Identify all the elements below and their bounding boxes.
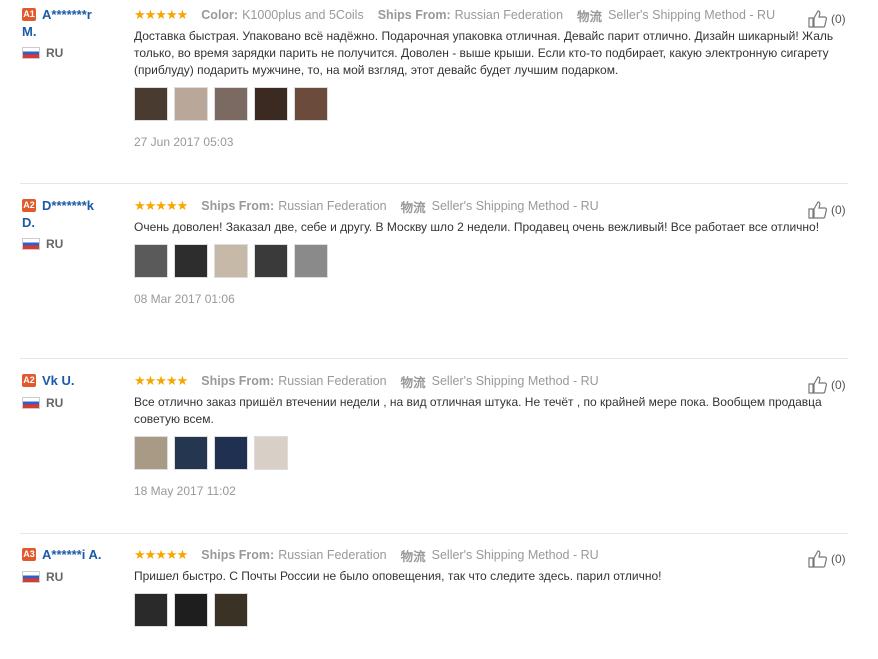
rating-stars: ★★★★★ (134, 547, 188, 562)
thumbs-up-icon (808, 376, 828, 394)
reviewer-country: RU (22, 237, 130, 251)
review-photos (134, 87, 846, 121)
ships-from-value: Russian Federation (454, 8, 564, 22)
russia-flag-icon (22, 397, 40, 409)
helpful-count: (0) (831, 203, 846, 217)
ships-from-label: Ships From: (201, 374, 275, 388)
reviewer-info: A1 A*******r M. RU (22, 6, 130, 60)
review-photo[interactable] (254, 436, 288, 470)
buyer-level-badge: A2 (22, 199, 36, 212)
review-photo[interactable] (254, 244, 288, 278)
review-text: Очень доволен! Заказал две, себе и другу… (134, 220, 820, 234)
helpful-button[interactable]: (0) (808, 10, 846, 28)
shipping-method: Seller's Shipping Method - RU (431, 548, 599, 562)
reviewer-country: RU (22, 570, 130, 584)
review-text: Пришел быстро. С Почты России не было оп… (134, 569, 662, 583)
divider (20, 183, 848, 184)
helpful-button[interactable]: (0) (808, 550, 846, 568)
review-body: ★★★★★ Ships From: Russian Federation 物流 … (134, 372, 846, 498)
shipping-method: Seller's Shipping Method - RU (431, 374, 599, 388)
buyer-level-badge: A3 (22, 548, 36, 561)
helpful-button[interactable]: (0) (808, 376, 846, 394)
review-photo[interactable] (174, 593, 208, 627)
thumbs-up-icon (808, 201, 828, 219)
reviewer-info: A3 A******i A. RU (22, 546, 130, 584)
country-code: RU (46, 46, 64, 60)
ships-from-value: Russian Federation (278, 199, 387, 213)
review-body: ★★★★★ Ships From: Russian Federation 物流 … (134, 546, 846, 627)
review-photo[interactable] (134, 436, 168, 470)
review-photo[interactable] (214, 436, 248, 470)
ships-from-value: Russian Federation (278, 374, 387, 388)
country-code: RU (46, 396, 64, 410)
rating-stars: ★★★★★ (134, 7, 188, 22)
color-label: Color: (201, 8, 239, 22)
russia-flag-icon (22, 571, 40, 583)
review-photo[interactable] (254, 87, 288, 121)
review-text: Доставка быстрая. Упаковано всё надёжно.… (134, 29, 834, 77)
divider (20, 358, 848, 359)
thumbs-up-icon (808, 10, 828, 28)
review-meta: ★★★★★ Ships From: Russian Federation 物流 … (134, 372, 846, 390)
review-date: 18 May 2017 11:02 (134, 484, 236, 498)
reviewer-country: RU (22, 46, 130, 60)
helpful-button[interactable]: (0) (808, 201, 846, 219)
ships-from-value: Russian Federation (278, 548, 387, 562)
ships-from-label: Ships From: (201, 548, 275, 562)
helpful-count: (0) (831, 12, 846, 26)
reviewer-name[interactable]: D*******k (42, 198, 94, 213)
russia-flag-icon (22, 238, 40, 250)
buyer-level-badge: A1 (22, 8, 36, 21)
review-photo[interactable] (174, 436, 208, 470)
reviewer-name[interactable]: A******i A. (42, 547, 101, 562)
country-code: RU (46, 237, 64, 251)
review-date: 27 Jun 2017 05:03 (134, 135, 234, 149)
review-photo[interactable] (294, 87, 328, 121)
logistics-icon: 物流 (400, 200, 426, 215)
reviewer-info: A2 Vk U. RU (22, 372, 130, 410)
review-photo[interactable] (174, 87, 208, 121)
helpful-count: (0) (831, 378, 846, 392)
ships-from-label: Ships From: (377, 8, 451, 22)
review-photo[interactable] (134, 87, 168, 121)
reviewer-name-line2[interactable]: M. (22, 24, 130, 40)
reviewer-name-line2[interactable]: D. (22, 215, 130, 231)
shipping-method: Seller's Shipping Method - RU (608, 8, 776, 22)
thumbs-up-icon (808, 550, 828, 568)
review-photo[interactable] (214, 244, 248, 278)
review-photo[interactable] (214, 87, 248, 121)
reviewer-country: RU (22, 396, 130, 410)
reviewer-name[interactable]: A*******r (42, 7, 92, 22)
country-code: RU (46, 570, 64, 584)
logistics-icon: 物流 (400, 375, 426, 390)
rating-stars: ★★★★★ (134, 198, 188, 213)
shipping-method: Seller's Shipping Method - RU (431, 199, 599, 213)
reviewer-name[interactable]: Vk U. (42, 373, 75, 388)
review-photos (134, 244, 846, 278)
divider (20, 533, 848, 534)
logistics-icon: 物流 (577, 9, 603, 24)
review-body: ★★★★★ Color: K1000plus and 5Coils Ships … (134, 6, 846, 149)
review-meta: ★★★★★ Ships From: Russian Federation 物流 … (134, 546, 846, 564)
review-photo[interactable] (134, 244, 168, 278)
logistics-icon: 物流 (400, 549, 426, 564)
review-photo[interactable] (134, 593, 168, 627)
review-body: ★★★★★ Ships From: Russian Federation 物流 … (134, 197, 846, 306)
review-photos (134, 436, 846, 470)
review-photo[interactable] (294, 244, 328, 278)
review-photo[interactable] (214, 593, 248, 627)
helpful-count: (0) (831, 552, 846, 566)
ships-from-label: Ships From: (201, 199, 275, 213)
color-value: K1000plus and 5Coils (242, 8, 364, 22)
review-meta: ★★★★★ Color: K1000plus and 5Coils Ships … (134, 6, 846, 24)
reviewer-info: A2 D*******k D. RU (22, 197, 130, 251)
review-text: Все отлично заказ пришёл втечении недели… (134, 395, 822, 426)
buyer-level-badge: A2 (22, 374, 36, 387)
russia-flag-icon (22, 47, 40, 59)
review-meta: ★★★★★ Ships From: Russian Federation 物流 … (134, 197, 846, 215)
review-date: 08 Mar 2017 01:06 (134, 292, 235, 306)
rating-stars: ★★★★★ (134, 373, 188, 388)
review-photo[interactable] (174, 244, 208, 278)
review-photos (134, 593, 846, 627)
